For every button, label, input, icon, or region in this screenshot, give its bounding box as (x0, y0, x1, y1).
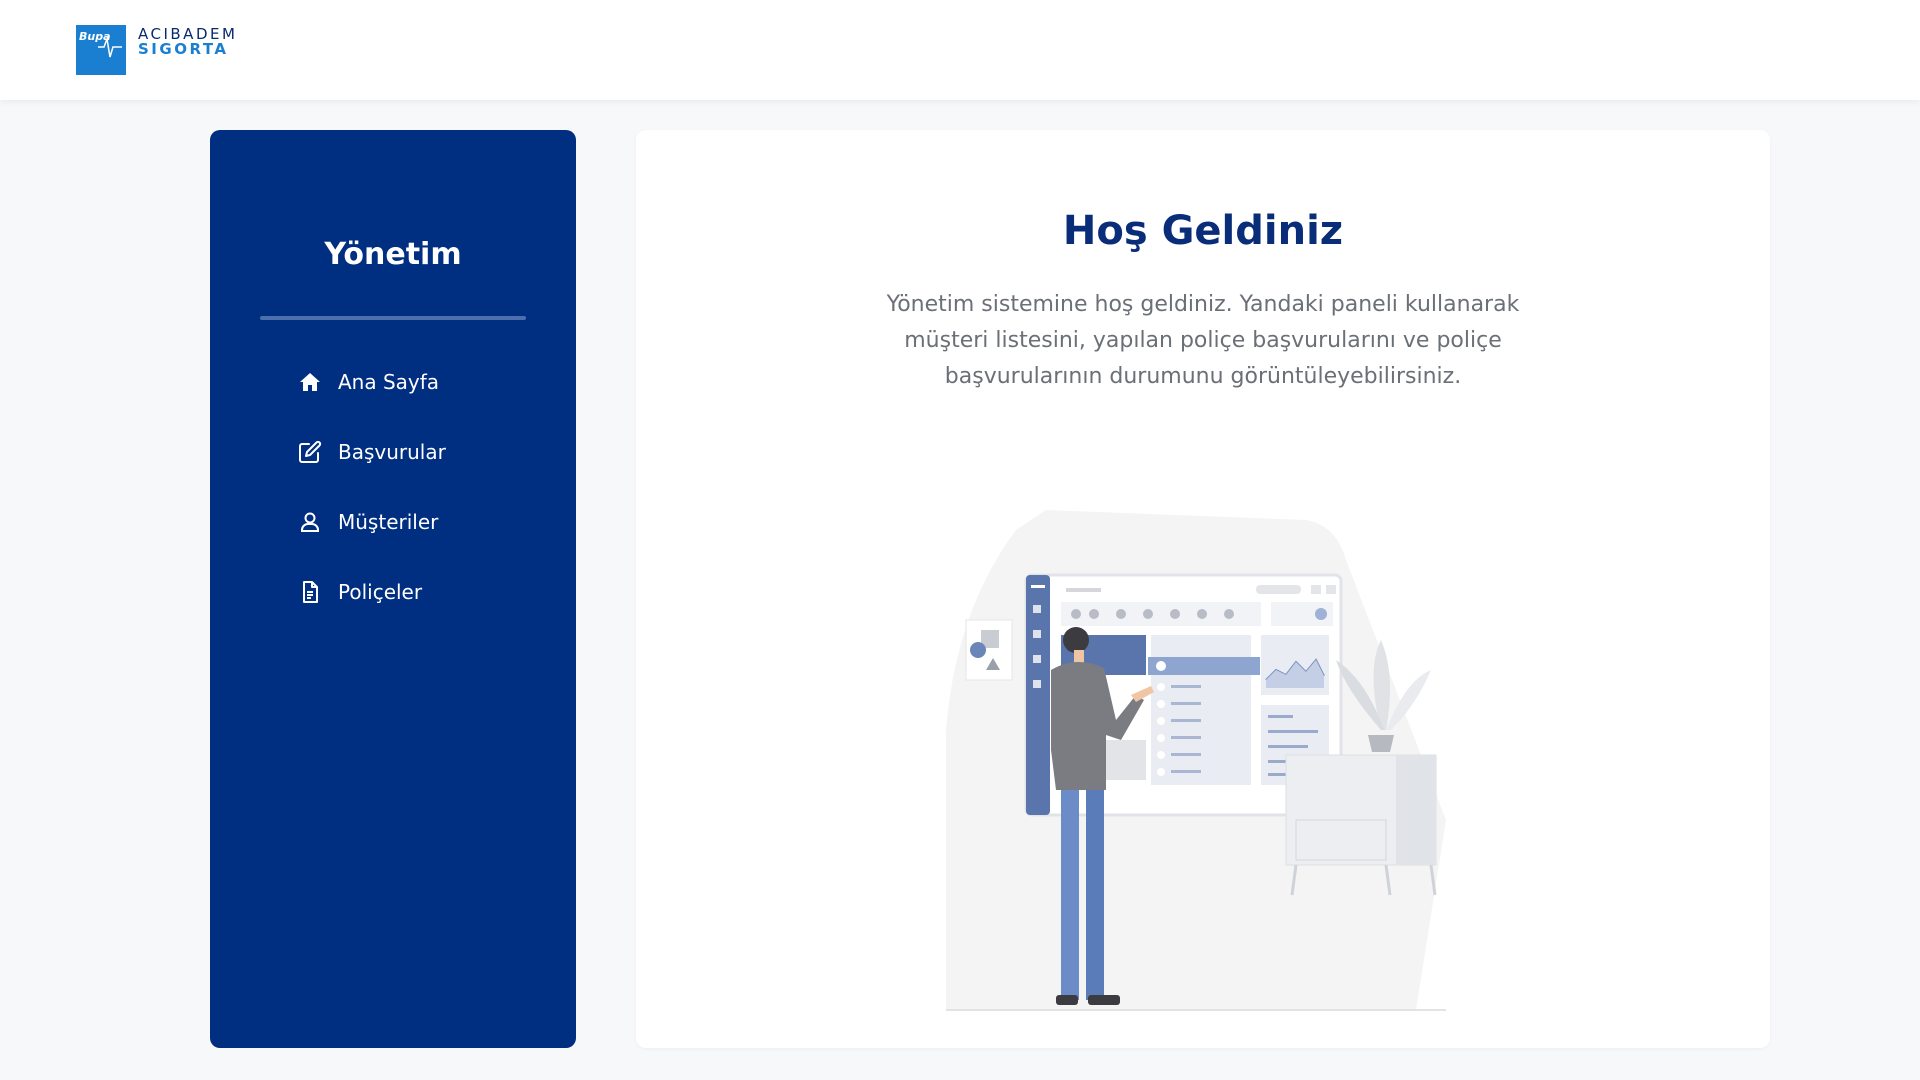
bupa-logo-badge: Bupa (76, 25, 126, 75)
dashboard-presenter-illustration (946, 510, 1446, 1011)
sidebar-item-applications[interactable]: Başvurular (298, 440, 446, 464)
page-title: Hoş Geldiniz (1062, 208, 1344, 254)
sidebar-item-home[interactable]: Ana Sayfa (298, 370, 439, 394)
heartbeat-icon (98, 36, 122, 58)
sidebar-item-label: Poliçeler (338, 580, 423, 604)
sidebar-item-policies[interactable]: Poliçeler (298, 580, 422, 604)
home-icon (298, 370, 322, 394)
user-icon (298, 510, 322, 534)
main-content: Hoş Geldiniz Yönetim sistemine hoş geldi… (636, 130, 1770, 1048)
edit-icon (298, 440, 322, 464)
sidebar-item-customers[interactable]: Müşteriler (298, 510, 438, 534)
brand-logo[interactable]: Bupa ACIBADEM SIGORTA (76, 25, 237, 75)
document-icon (298, 580, 322, 604)
brand-name: ACIBADEM SIGORTA (138, 27, 237, 57)
top-header: Bupa ACIBADEM SIGORTA (0, 0, 1920, 100)
brand-name-line2: SIGORTA (138, 40, 229, 58)
sidebar-divider (260, 316, 526, 320)
sidebar-item-label: Başvurular (338, 440, 446, 464)
welcome-description: Yönetim sistemine hoş geldiniz. Yandaki … (886, 292, 1520, 389)
sidebar-item-label: Ana Sayfa (338, 370, 440, 394)
sidebar-title: Yönetim (324, 237, 462, 272)
sidebar: Yönetim Ana Sayfa Başvurular Müşteriler (210, 130, 576, 1048)
sidebar-item-label: Müşteriler (338, 510, 439, 534)
